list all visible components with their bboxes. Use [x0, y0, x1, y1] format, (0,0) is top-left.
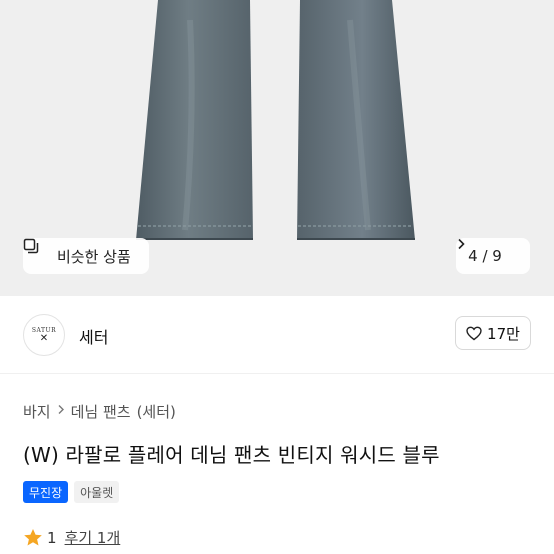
rating-row: 1 후기 1개	[23, 527, 120, 548]
badge-outlet: 아울렛	[74, 481, 120, 503]
like-count: 17만	[487, 324, 520, 343]
brand-logo[interactable]: SATUR ✕	[23, 314, 65, 356]
brand-row: SATUR ✕ 세터 17만	[0, 296, 554, 374]
product-title: (W) 라팔로 플레어 데님 팬츠 빈티지 워시드 블루	[23, 443, 440, 467]
chevron-right-icon	[458, 238, 518, 262]
heart-icon	[466, 326, 482, 340]
rating-value: 1	[47, 528, 57, 547]
similar-products-label: 비슷한 상품	[57, 247, 131, 266]
badge-mujinjang: 무진장	[23, 481, 69, 503]
chevron-right-icon	[57, 404, 65, 419]
review-link[interactable]: 후기 1개	[65, 527, 121, 548]
breadcrumb-item-pants[interactable]: 바지	[23, 401, 51, 422]
star-icon	[24, 529, 42, 546]
product-image[interactable]: 비슷한 상품 4 / 9	[0, 0, 554, 296]
copy-icon	[23, 238, 50, 264]
badge-list: 무진장 아울렛	[23, 481, 120, 503]
breadcrumb-item-denim[interactable]: 데님 팬츠	[71, 401, 131, 422]
breadcrumb-item-brand[interactable]: (세터)	[137, 401, 176, 422]
breadcrumb: 바지 데님 팬츠 (세터)	[23, 401, 176, 422]
image-pager[interactable]: 4 / 9	[456, 238, 530, 274]
similar-products-button[interactable]: 비슷한 상품	[23, 238, 149, 274]
brand-name[interactable]: 세터	[79, 324, 108, 348]
like-button[interactable]: 17만	[455, 316, 531, 350]
pager-text: 4 / 9	[468, 247, 502, 265]
brand-logo-mark: ✕	[39, 332, 49, 344]
